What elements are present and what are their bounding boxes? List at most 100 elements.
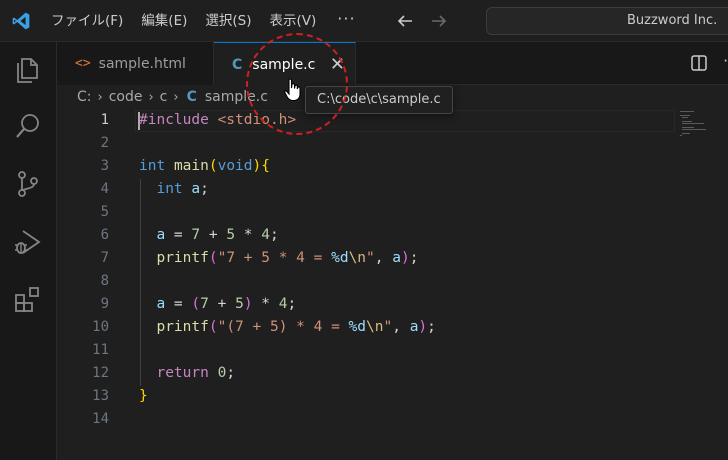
breadcrumb-item[interactable]: c (160, 89, 168, 105)
code-content[interactable]: #include <stdio.h> int main(void){ int a;… (139, 109, 679, 460)
breadcrumb-item[interactable]: C: (77, 89, 92, 105)
code-token: a (156, 227, 166, 243)
tab-bar: <> sample.html C sample.c ✕ · (57, 42, 728, 86)
code-token: 7 (191, 227, 201, 243)
code-token: " (366, 250, 375, 266)
text-cursor (138, 112, 140, 130)
code-token: \n (348, 250, 367, 266)
code-token: a (392, 250, 401, 266)
code-token: 4 (261, 227, 271, 243)
code-token: + (208, 296, 236, 312)
hand-pointer-icon (284, 78, 302, 106)
chevron-right-icon: › (148, 89, 154, 105)
command-center-search[interactable]: Buzzword Inc. (486, 7, 728, 35)
line-number: 11 (92, 342, 109, 358)
code-token: ; (409, 250, 419, 266)
code-line[interactable]: a = 7 + 5 * 4; (139, 224, 279, 247)
line-number: 6 (100, 227, 109, 243)
code-token: return (156, 365, 209, 381)
code-token: a (191, 181, 201, 197)
code-editor[interactable]: 1 2 3 4 5 6 7 8 9 10 11 12 13 14 #include <stdio.h> in… (57, 109, 728, 460)
code-token: int (139, 158, 166, 174)
search-icon[interactable] (12, 110, 44, 142)
code-token: ; (270, 227, 279, 243)
code-token: ( (208, 319, 218, 335)
code-token: 7 (200, 296, 209, 312)
code-line[interactable]: return 0; (139, 362, 235, 385)
code-token: * (235, 227, 262, 243)
line-number: 13 (92, 388, 109, 404)
code-token: ) (418, 319, 428, 335)
code-token: ( (208, 250, 218, 266)
code-token: " (383, 319, 393, 335)
line-number: 5 (100, 204, 109, 220)
more-actions-icon[interactable]: · (723, 52, 728, 70)
code-token: = (165, 296, 192, 312)
menu-file[interactable]: ファイル(F) (42, 0, 132, 42)
tab-sample-html[interactable]: <> sample.html (57, 42, 214, 85)
breadcrumb-item[interactable]: code (109, 89, 143, 105)
code-token: main (173, 158, 209, 174)
minimap[interactable] (680, 109, 728, 169)
code-token: "(7 + 5) * 4 = (217, 319, 349, 335)
code-token: ; (287, 296, 297, 312)
line-number: 1 (100, 112, 109, 128)
code-line[interactable]: printf("(7 + 5) * 4 = %d\n", a); (139, 316, 436, 339)
code-token: * (252, 296, 279, 312)
c-file-icon: C (186, 89, 197, 105)
code-token: #include (139, 112, 218, 128)
line-number: 4 (100, 181, 109, 197)
command-center-label: Buzzword Inc. (627, 13, 718, 28)
code-token: + (200, 227, 227, 243)
code-token: printf (156, 319, 209, 335)
menu-selection[interactable]: 選択(S) (196, 0, 260, 42)
split-editor-icon[interactable] (690, 54, 708, 76)
run-debug-icon[interactable] (12, 226, 44, 258)
html-file-icon: <> (75, 56, 91, 71)
code-token: \n (366, 319, 384, 335)
code-token: ; (226, 365, 236, 381)
code-line[interactable]: int a; (139, 178, 209, 201)
line-number: 12 (92, 365, 109, 381)
code-line[interactable]: int main(void){ (139, 155, 270, 178)
extensions-icon[interactable] (12, 284, 44, 316)
code-token: = (165, 227, 192, 243)
line-number: 2 (100, 135, 109, 151)
code-token: ) (243, 296, 253, 312)
source-control-icon[interactable] (12, 168, 44, 200)
code-token: a (156, 296, 166, 312)
code-token: ) (252, 158, 262, 174)
code-token: printf (156, 250, 209, 266)
code-line[interactable]: printf("7 + 5 * 4 = %d\n", a); (139, 247, 418, 270)
code-token: %d (331, 250, 349, 266)
activity-bar (0, 42, 57, 460)
explorer-icon[interactable] (12, 54, 44, 86)
code-line[interactable]: a = (7 + 5) * 4; (139, 293, 296, 316)
menu-edit[interactable]: 編集(E) (132, 0, 196, 42)
code-token: ; (427, 319, 436, 335)
vscode-logo-icon (0, 0, 42, 42)
code-line[interactable]: } (139, 385, 148, 408)
back-arrow-icon[interactable] (388, 0, 422, 42)
line-number: 10 (92, 319, 109, 335)
tab-label: sample.html (98, 55, 186, 72)
code-token: ; (200, 181, 209, 197)
line-number: 7 (100, 250, 109, 266)
line-number: 14 (92, 411, 109, 427)
menu-more-button[interactable]: ··· (325, 0, 367, 42)
code-token: } (139, 388, 148, 404)
forward-arrow-icon[interactable] (422, 0, 456, 42)
title-bar: ファイル(F) 編集(E) 選択(S) 表示(V) ··· Buzzword I… (0, 0, 728, 42)
code-token: ) (400, 250, 410, 266)
code-token: "7 + 5 * 4 = (217, 250, 332, 266)
code-token: { (261, 158, 270, 174)
line-number: 8 (100, 273, 109, 289)
code-token: , (392, 319, 410, 335)
line-number: 3 (100, 158, 109, 174)
